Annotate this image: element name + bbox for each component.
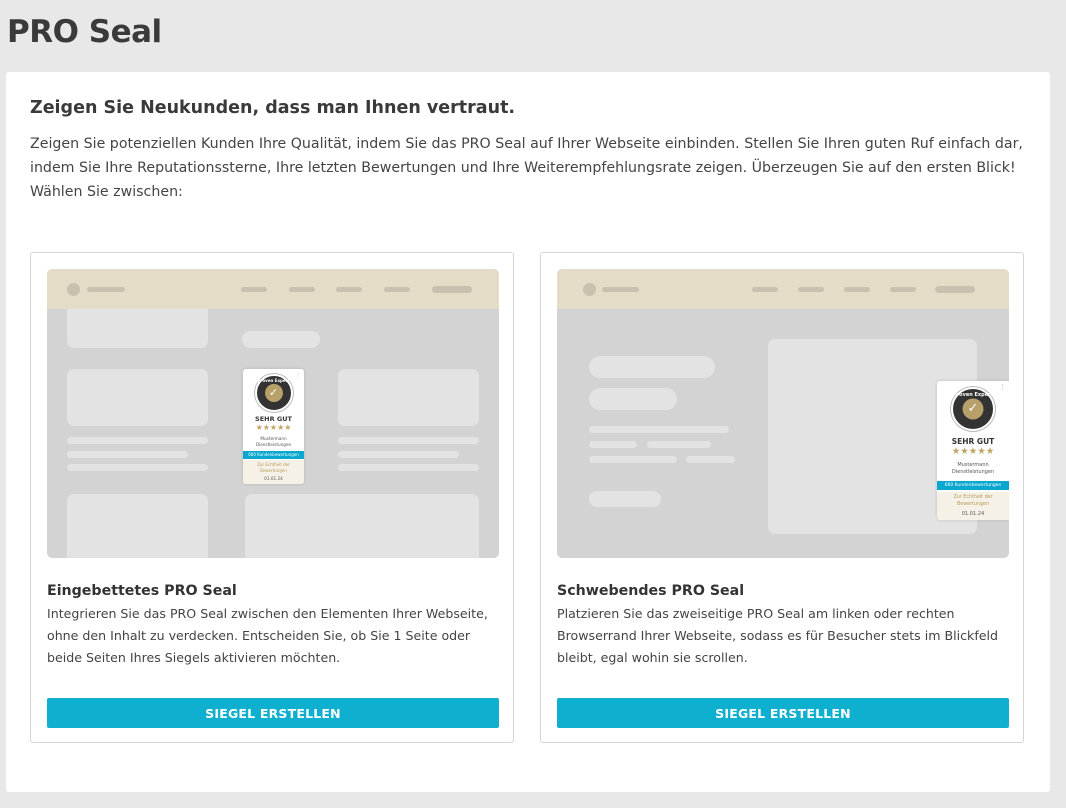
rating-stars-icon: ★★★★★ [255, 423, 292, 432]
seal-date: 01.01.24 [264, 476, 283, 481]
mock-text-line [589, 456, 677, 463]
mock-content-block [67, 309, 208, 348]
proven-expert-badge-icon: Proven Expert ✓ [951, 387, 995, 431]
mock-logo-dot [67, 283, 80, 296]
badge-arc-text: Proven Expert [257, 378, 290, 383]
mock-text-line [589, 441, 637, 448]
floating-seal-widget: ⋮ Proven Expert ✓ SEHR GUT ★★★★★ Musterm… [937, 381, 1009, 520]
mock-content-block [338, 369, 479, 426]
mock-text-line [338, 464, 479, 471]
mock-nav-item [241, 287, 267, 292]
mock-logo-text [87, 287, 125, 292]
seal-company-line1: Mustermann [260, 436, 287, 441]
mock-logo-dot [583, 283, 596, 296]
mock-nav-item [844, 287, 870, 292]
seal-menu-icon: ⋮ [999, 383, 1006, 391]
rating-stars-icon: ★★★★★ [951, 446, 995, 457]
seal-review-count: 660 Kundenbewertungen [937, 481, 1009, 490]
seal-rating-label: SEHR GUT [255, 415, 292, 423]
seal-authenticity-line1: Zur Echtheit der [257, 462, 290, 467]
mock-text-line [67, 437, 208, 444]
seal-authenticity-line1: Zur Echtheit der [953, 495, 993, 500]
mock-content-block [67, 494, 208, 558]
badge-arc-text: Proven Expert [953, 392, 993, 398]
mock-nav-item [289, 287, 315, 292]
embedded-seal-widget: ⋮ Proven Expert ✓ SEHR GUT ★★★★★ Musterm… [243, 369, 304, 484]
panel-intro: Zeigen Sie potenziellen Kunden Ihre Qual… [30, 136, 1023, 200]
option-title-floating: Schwebendes PRO Seal [557, 583, 745, 599]
seal-authenticity-line2: Bewertungen [956, 502, 990, 507]
page-title: PRO Seal [7, 14, 162, 50]
mock-nav-item [890, 287, 916, 292]
mock-nav-item [752, 287, 778, 292]
create-embedded-seal-button[interactable]: SIEGEL ERSTELLEN [47, 698, 499, 728]
mock-nav-item [336, 287, 362, 292]
mock-text-line [686, 456, 735, 463]
mock-logo-text [602, 287, 639, 292]
mock-text-line [338, 451, 459, 458]
embedded-seal-preview: ⋮ Proven Expert ✓ SEHR GUT ★★★★★ Musterm… [47, 269, 499, 558]
seal-rating-label: SEHR GUT [951, 437, 995, 446]
mock-content-block [589, 491, 661, 507]
option-description-floating: Platzieren Sie das zweiseitige PRO Seal … [557, 606, 998, 665]
create-floating-seal-button[interactable]: SIEGEL ERSTELLEN [557, 698, 1009, 728]
mock-content-block [589, 356, 715, 378]
option-title-embedded: Eingebettetes PRO Seal [47, 583, 237, 599]
mock-nav-item [384, 287, 410, 292]
panel-headline: Zeigen Sie Neukunden, dass man Ihnen ver… [30, 98, 516, 118]
mock-text-line [647, 441, 711, 448]
mock-nav-item [798, 287, 824, 292]
mock-text-line [67, 464, 208, 471]
seal-company-line2: Dienstleistungen [255, 442, 292, 447]
mock-nav-button [432, 286, 472, 293]
check-icon: ✓ [967, 400, 979, 416]
seal-review-count: 660 Kundenbewertungen [243, 451, 304, 459]
option-description-embedded: Integrieren Sie das PRO Seal zwischen de… [47, 606, 488, 665]
seal-date: 01.01.24 [961, 511, 985, 517]
seal-company-line2: Dienstleistungen [951, 469, 995, 475]
pro-seal-panel: Zeigen Sie Neukunden, dass man Ihnen ver… [6, 72, 1050, 792]
mock-content-block [242, 331, 320, 348]
mock-content-block [589, 388, 677, 410]
seal-authenticity-line2: Bewertungen [260, 468, 287, 473]
seal-company-line1: Mustermann [957, 462, 989, 468]
mock-text-line [589, 426, 729, 433]
seal-menu-icon: ⋮ [295, 371, 301, 378]
mock-text-line [338, 437, 479, 444]
mock-text-line [67, 451, 188, 458]
mock-content-block [67, 369, 208, 426]
mock-content-block [245, 494, 479, 558]
option-card-floating: ⋮ Proven Expert ✓ SEHR GUT ★★★★★ Musterm… [540, 252, 1024, 743]
mock-browser-header [557, 269, 1009, 309]
floating-seal-preview: ⋮ Proven Expert ✓ SEHR GUT ★★★★★ Musterm… [557, 269, 1009, 558]
proven-expert-badge-icon: Proven Expert ✓ [254, 374, 293, 412]
check-icon: ✓ [268, 385, 279, 399]
mock-nav-button [935, 286, 975, 293]
mock-browser-header [47, 269, 499, 309]
option-card-embedded: ⋮ Proven Expert ✓ SEHR GUT ★★★★★ Musterm… [30, 252, 514, 743]
